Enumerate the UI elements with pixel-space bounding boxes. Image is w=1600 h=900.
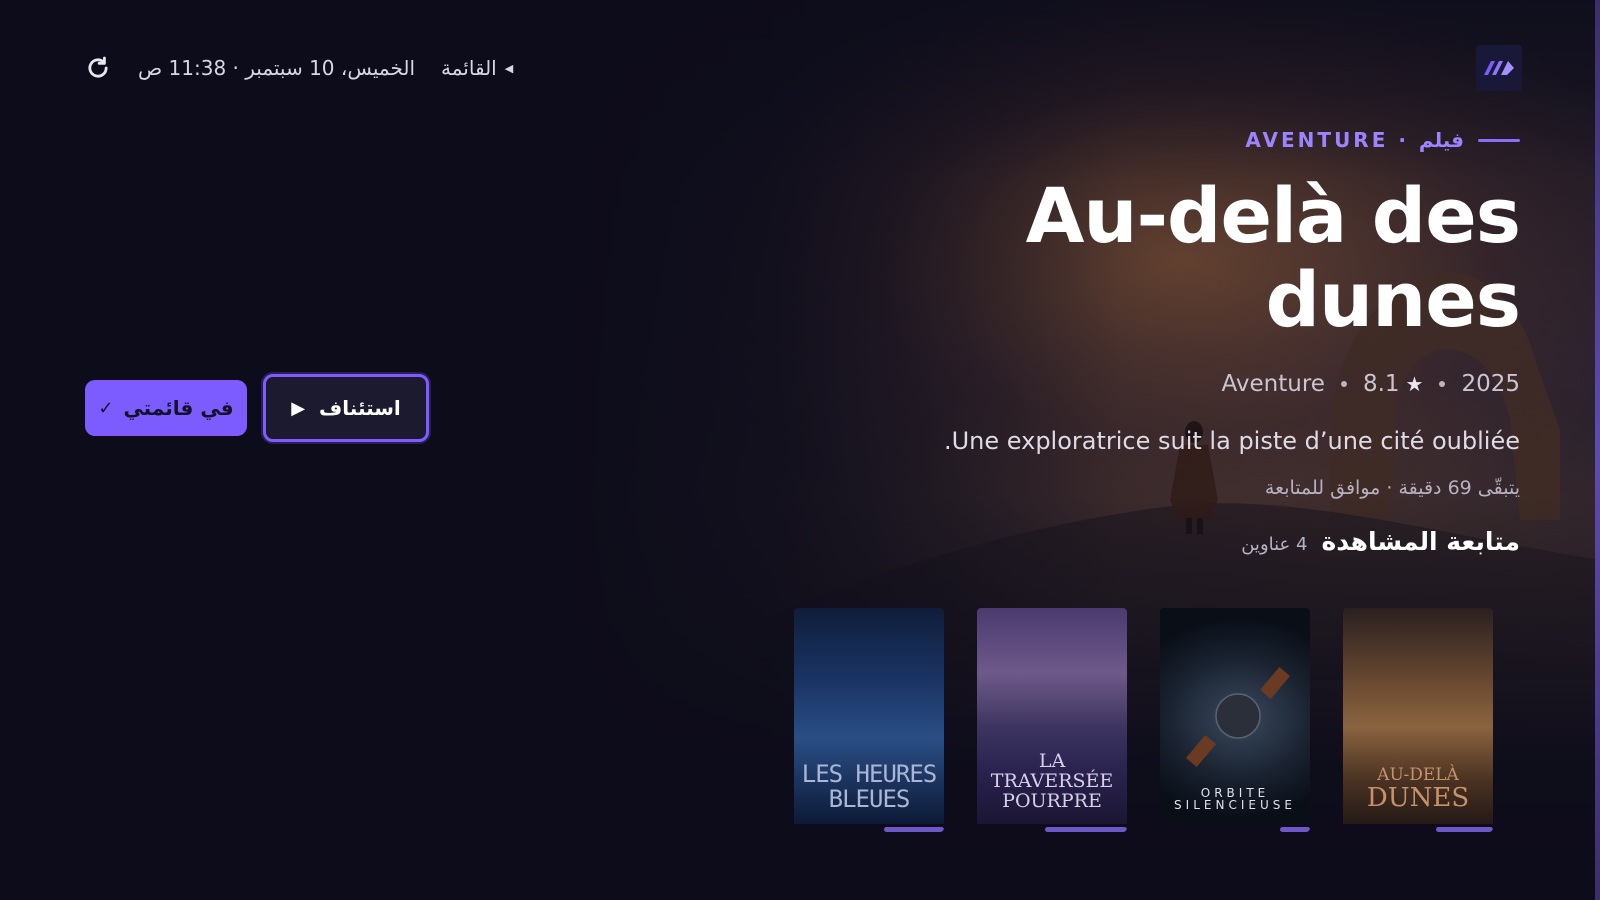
progress-fill <box>1280 827 1310 832</box>
resume-label: استئناف <box>319 396 401 420</box>
progress-bar <box>794 826 944 832</box>
year: 2025 <box>1461 371 1520 398</box>
progress-bar <box>1160 826 1310 832</box>
eyebrow-accent-line <box>1478 138 1520 142</box>
star-icon: ★ <box>1405 372 1424 397</box>
continue-watching-title: متابعة المشاهدة <box>1321 527 1520 557</box>
eyebrow: AVENTURE · فيلم <box>760 128 1520 152</box>
poster-card[interactable]: AU-DELÀ DUNES <box>1343 608 1493 832</box>
hero-title: Au-delà des dunes <box>1025 171 1521 344</box>
progress-bar <box>977 826 1127 832</box>
check-icon: ✓ <box>98 397 114 419</box>
top-bar: الخميس، 10 سبتمبر · 11:38 ص القائمة ◀ <box>84 50 513 86</box>
separator-dot <box>1439 381 1446 388</box>
eyebrow-label: AVENTURE · فيلم <box>1245 128 1464 152</box>
poster-card[interactable]: LES HEURES BLEUES <box>794 608 944 832</box>
continue-watching-header: 4 عناوين متابعة المشاهدة <box>760 527 1520 556</box>
poster-card[interactable]: ORBITE SILENCIEUSE <box>1160 608 1310 832</box>
scrollbar[interactable] <box>1595 0 1600 900</box>
hero-meta: Aventure 8.1 ★ 2025 <box>760 371 1520 397</box>
rating: 8.1 ★ <box>1363 371 1424 397</box>
menu-label: القائمة <box>441 56 497 80</box>
poster-title: LA TRAVERSÉE POURPRE <box>990 750 1114 813</box>
progress-bar <box>1343 826 1493 832</box>
logo-icon <box>1484 61 1514 75</box>
app-logo <box>1476 45 1522 91</box>
play-icon: ▶ <box>291 397 306 419</box>
poster-title: LES HEURES BLEUES <box>801 759 938 813</box>
time-remaining: يتبقّى 69 دقيقة · موافق للمتابعة <box>1264 477 1520 500</box>
progress-fill <box>884 827 944 832</box>
continue-watching-count: 4 عناوين <box>1241 534 1308 556</box>
progress-fill <box>1044 827 1127 832</box>
clock: الخميس، 10 سبتمبر · 11:38 ص <box>138 56 415 80</box>
hero-info: AVENTURE · فيلم Au-delà des dunes Aventu… <box>760 128 1521 556</box>
caret-left-icon: ◀ <box>504 61 514 75</box>
synopsis: .Une exploratrice suit la piste d’une ci… <box>943 427 1520 456</box>
resume-button[interactable]: ▶ استئناف <box>263 374 429 442</box>
genre: Aventure <box>1221 371 1325 398</box>
poster-title: ORBITE SILENCIEUSE <box>1174 785 1296 813</box>
refresh-icon[interactable] <box>84 54 112 82</box>
poster-card[interactable]: LA TRAVERSÉE POURPRE <box>977 608 1127 832</box>
poster-title: AU-DELÀ DUNES <box>1366 764 1470 813</box>
progress-fill <box>1436 827 1493 832</box>
menu-button[interactable]: القائمة ◀ <box>441 56 513 80</box>
separator-dot <box>1340 381 1347 388</box>
watchlist-button[interactable]: ✓ في قائمتي <box>85 380 247 436</box>
watchlist-label: في قائمتي <box>123 396 234 420</box>
rating-value: 8.1 <box>1362 371 1400 398</box>
continue-watching-row: LES HEURES BLEUES LA TRAVERSÉE POURPRE O… <box>794 608 1493 832</box>
